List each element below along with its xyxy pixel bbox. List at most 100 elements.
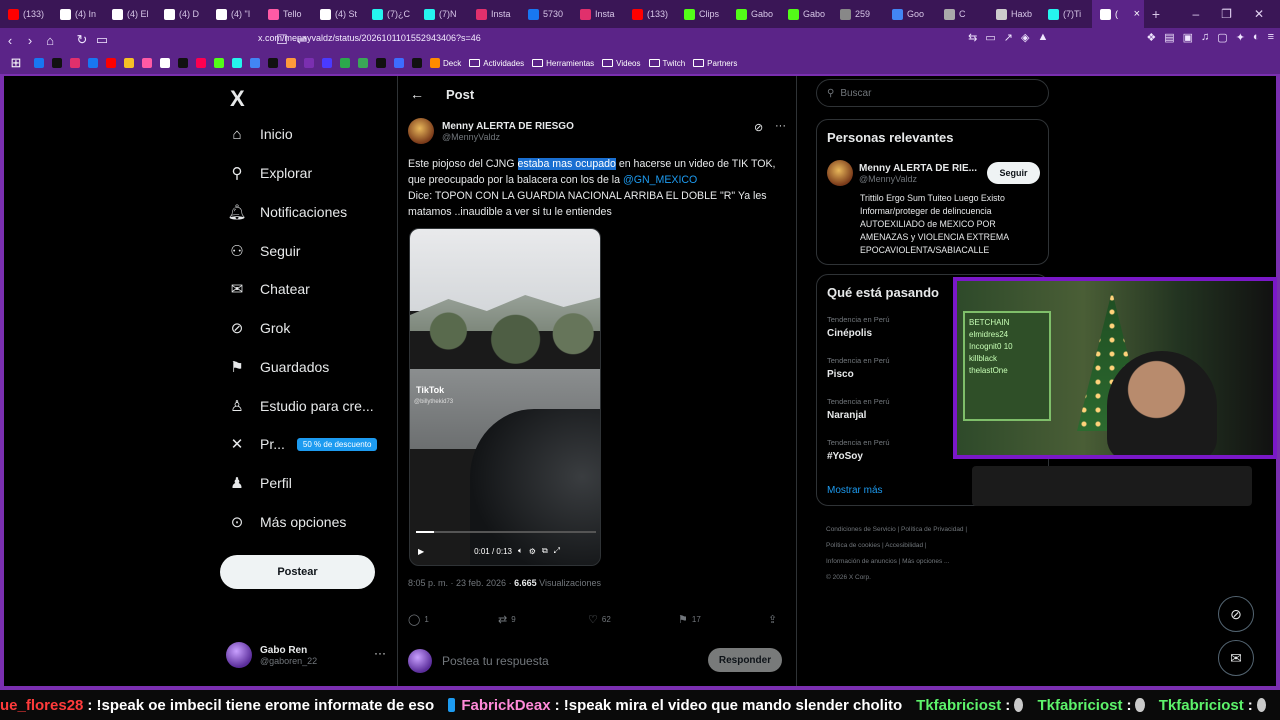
apps-grid-icon[interactable]: ⊞ [6, 55, 26, 71]
restore-icon[interactable]: ❐ [1221, 7, 1232, 21]
nav-item-grok[interactable]: ⊘ Grok [228, 313, 291, 343]
back-icon[interactable]: ‹ [0, 33, 20, 48]
browser-tab[interactable]: (133) [624, 0, 676, 28]
more-horizontal-icon[interactable]: ··· [374, 646, 386, 660]
author-name[interactable]: Menny ALERTA DE RIESGO [442, 121, 574, 132]
bookmark-action[interactable]: ⚑ 17 [678, 611, 768, 627]
alert-icon[interactable]: ▲ [1037, 31, 1048, 44]
reply-button[interactable]: Responder [708, 648, 782, 672]
browser-tab[interactable]: Haxb [988, 0, 1040, 28]
follow-button[interactable]: Seguir [987, 162, 1040, 184]
bookmark-favicon[interactable] [160, 58, 170, 68]
bookmark-favicon[interactable] [322, 58, 332, 68]
browser-tab[interactable]: (7)¿C [364, 0, 416, 28]
footer-link[interactable]: Accesibilidad [885, 542, 923, 549]
forward-icon[interactable]: › [20, 33, 40, 48]
volume-icon[interactable]: 🔈︎ [518, 546, 523, 556]
bookmark-favicon[interactable] [178, 58, 188, 68]
browser-tab[interactable]: Clips [676, 0, 728, 28]
screen-icon[interactable]: ▭ [985, 31, 995, 44]
bookmark-favicon[interactable] [34, 58, 44, 68]
settings-icon[interactable]: ⚙ [529, 547, 536, 556]
footer-link[interactable]: Política de Privacidad [901, 526, 964, 533]
show-more-link[interactable]: Mostrar más [827, 485, 883, 496]
account-switcher[interactable]: Gabo Ren @gaboren_22 ··· [226, 640, 386, 670]
bookmark-favicon[interactable] [250, 58, 260, 68]
wallet-icon[interactable]: ▢ [1217, 31, 1227, 44]
minimize-icon[interactable]: – [1192, 7, 1199, 21]
browser-tab[interactable]: C [936, 0, 988, 28]
new-tab-icon[interactable]: + [1144, 6, 1168, 22]
browser-tab[interactable]: (7)Ti [1040, 0, 1092, 28]
browser-tab[interactable]: (4) "I [208, 0, 260, 28]
more-horizontal-icon[interactable]: ··· [775, 120, 786, 132]
nav-item-notificaciones[interactable]: 🔔︎ Notificaciones [227, 197, 347, 227]
bookmark-favicon[interactable] [340, 58, 350, 68]
nav-item-chatear[interactable]: ✉ Chatear [228, 274, 310, 304]
nav-item-premium[interactable]: ✕ Pr... 50 % de descuento [228, 429, 378, 459]
bookmark-favicon[interactable] [358, 58, 368, 68]
avatar[interactable] [827, 160, 853, 186]
bookmark-favicon[interactable] [304, 58, 314, 68]
bookmark-favicon[interactable] [286, 58, 296, 68]
video-progress-bar[interactable] [416, 531, 596, 533]
share-action[interactable]: ⇪ [768, 611, 788, 627]
brave-shield-icon[interactable]: ◈ [1021, 31, 1029, 44]
bookmark-folder-herramientas[interactable]: Herramientas [532, 59, 594, 68]
footer-link[interactable]: Más opciones ... [902, 558, 949, 565]
browser-tab[interactable]: Goo [884, 0, 936, 28]
browser-tab[interactable]: (133) [0, 0, 52, 28]
share-icon[interactable]: ↗ [1004, 31, 1013, 44]
translate-icon[interactable]: ⇆ [968, 31, 977, 44]
extension-icon[interactable]: ❖ [1146, 31, 1156, 44]
footer-link[interactable]: Condiciones de Servicio [826, 526, 896, 533]
music-icon[interactable]: ♫ [1201, 31, 1209, 44]
browser-tab[interactable]: (4) In [52, 0, 104, 28]
bookmark-deck[interactable]: Deck [430, 58, 461, 68]
fullscreen-icon[interactable]: ⤢ [554, 546, 560, 556]
post-button[interactable]: Postear [220, 555, 375, 589]
leo-icon[interactable]: ✦ [1236, 31, 1245, 44]
bookmark-favicon[interactable] [232, 58, 242, 68]
video-player[interactable]: TikTok @billythekid73 ▶ 0:01 / 0:13 🔈︎ ⚙… [409, 228, 601, 566]
close-tab-icon[interactable]: × [1134, 8, 1140, 20]
bookmark-favicon[interactable] [88, 58, 98, 68]
bookmark-favicon[interactable] [196, 58, 206, 68]
browser-tab[interactable]: 259 [832, 0, 884, 28]
x-logo-icon[interactable]: X [230, 86, 245, 112]
bookmark-favicon[interactable] [70, 58, 80, 68]
sidebar-icon[interactable]: ▤ [1164, 31, 1174, 44]
footer-link[interactable]: Política de cookies [826, 542, 880, 549]
reply-input[interactable]: Postea tu respuesta [442, 654, 549, 668]
footer-link[interactable]: Información de anuncios [826, 558, 897, 565]
bookmark-favicon[interactable] [394, 58, 404, 68]
tab-icon[interactable]: ▣ [1183, 31, 1193, 44]
browser-tab[interactable]: 5730 [520, 0, 572, 28]
bookmark-folder-videos[interactable]: Videos [602, 59, 641, 68]
nav-item-seguir[interactable]: ⚇ Seguir [228, 236, 300, 266]
mention-link[interactable]: @GN_MEXICO [623, 174, 697, 186]
pip-icon[interactable]: ⧉ [542, 546, 548, 556]
split-view-icon[interactable]: ▭ [92, 32, 112, 48]
bookmark-favicon[interactable] [124, 58, 134, 68]
author-handle[interactable]: @MennyValdz [442, 132, 574, 142]
grok-fab-icon[interactable]: ⊘ [1218, 596, 1254, 632]
nav-item-explorar[interactable]: ⚲ Explorar [228, 158, 313, 188]
search-input[interactable]: ⚲ Buscar [816, 79, 1049, 107]
play-icon[interactable]: ▶ [418, 547, 424, 556]
nav-item-estudio[interactable]: ♙ Estudio para cre... [228, 391, 373, 421]
bookmark-folder-twitch[interactable]: Twitch [648, 59, 685, 68]
browser-tab[interactable]: Insta [468, 0, 520, 28]
author-avatar[interactable] [408, 118, 434, 144]
address-bar[interactable]: x.com/mennyvaldz/status/2026101101552943… [258, 33, 481, 43]
post-author[interactable]: Menny ALERTA DE RIESGO @MennyValdz [408, 118, 574, 144]
nav-item-perfil[interactable]: ♟ Perfil [228, 468, 292, 498]
bookmark-favicon[interactable] [214, 58, 224, 68]
bookmark-folder-partners[interactable]: Partners [693, 59, 737, 68]
bookmark-favicon[interactable] [412, 58, 422, 68]
bookmark-favicon[interactable] [52, 58, 62, 68]
close-window-icon[interactable]: ✕ [1254, 7, 1264, 21]
browser-tab[interactable]: (× [1092, 0, 1144, 28]
grok-explain-icon[interactable]: ⊘ [754, 121, 763, 134]
reply-action[interactable]: ◯ 1 [408, 611, 498, 627]
